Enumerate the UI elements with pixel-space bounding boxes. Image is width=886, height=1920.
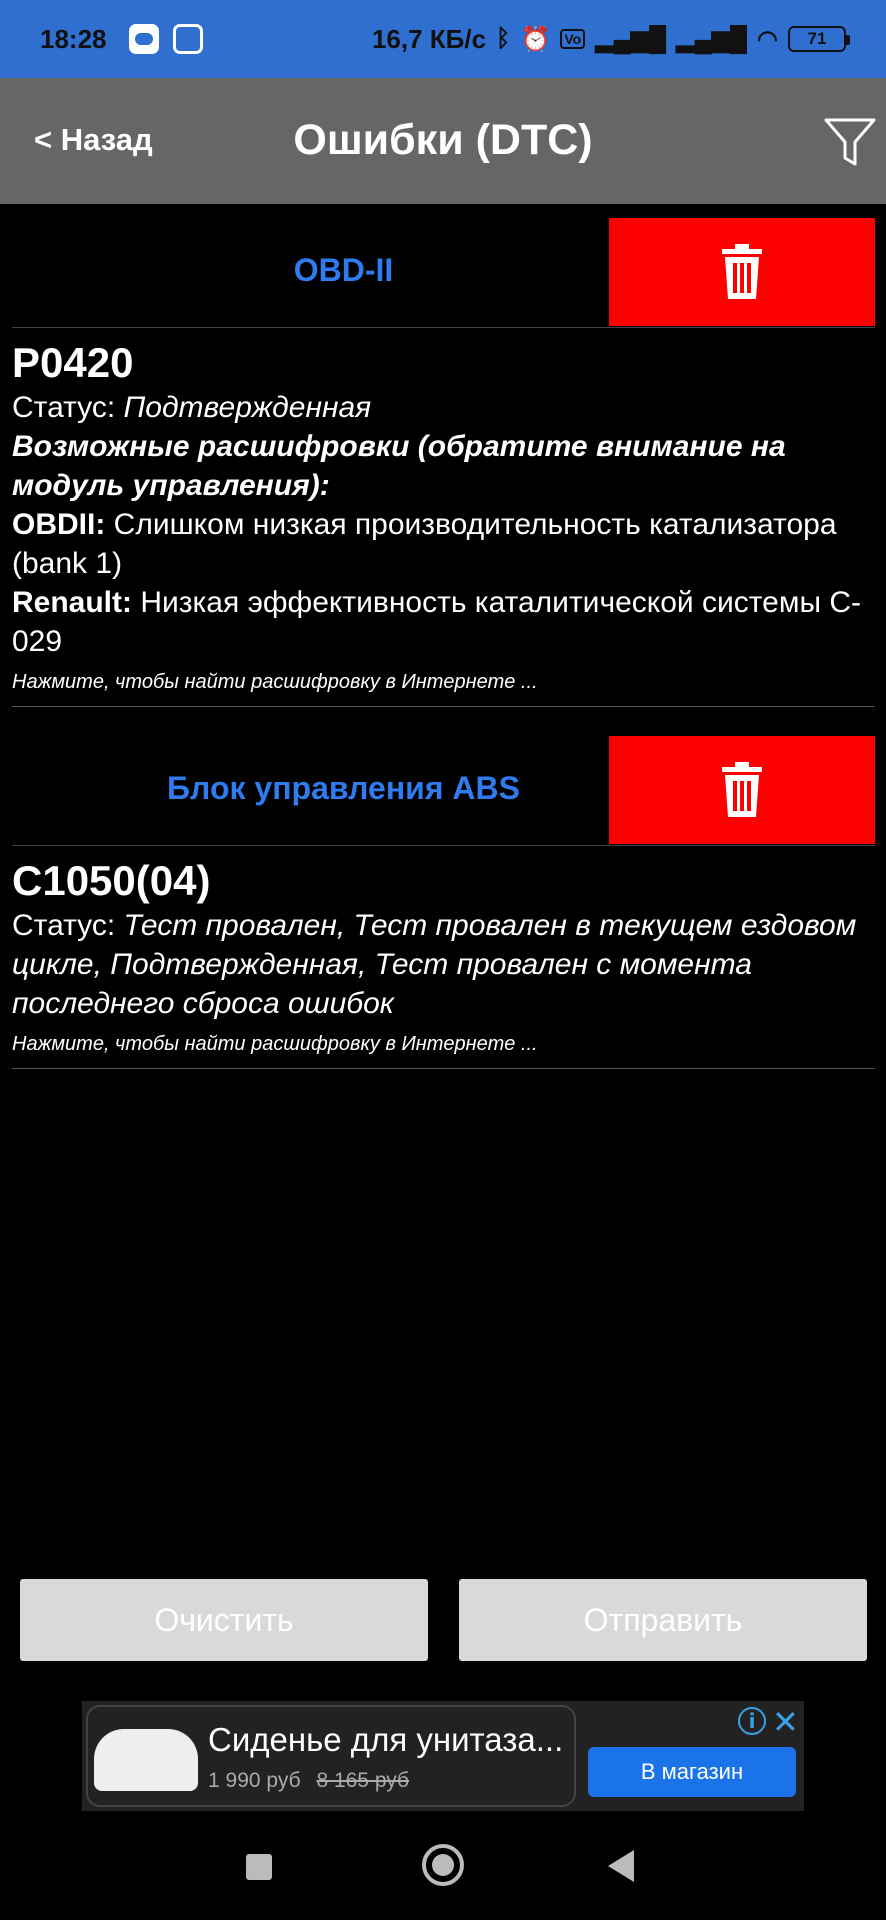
dtc-status: Статус: Тест провален, Тест провален в т… bbox=[12, 906, 875, 1023]
dtc-code: C1050(04) bbox=[12, 857, 211, 904]
clear-button[interactable]: Очистить bbox=[20, 1579, 428, 1661]
back-nav-icon[interactable] bbox=[608, 1850, 634, 1882]
net-speed: 16,7 КБ/с bbox=[371, 23, 487, 54]
dtc-code: P0420 bbox=[12, 339, 134, 386]
dtc-section: OBD-II P0420 Статус: Подтвержденная Возм… bbox=[12, 218, 875, 707]
ad-close-icon[interactable]: ✕ bbox=[772, 1703, 799, 1741]
app-icon bbox=[172, 24, 203, 54]
system-nav-bar bbox=[0, 1820, 886, 1920]
search-online-hint[interactable]: Нажмите, чтобы найти расшифровку в Интер… bbox=[12, 671, 875, 707]
battery-level: 71 bbox=[807, 29, 827, 48]
trash-icon bbox=[722, 244, 762, 299]
decoding-source: Renault: bbox=[12, 586, 132, 619]
app-header: < Назад Ошибки (DTC) bbox=[0, 78, 886, 204]
ad-banner[interactable]: Сиденье для унитаза... 1 990 руб 8 165 р… bbox=[82, 1701, 804, 1811]
decoding-text: Слишком низкая производительность катали… bbox=[12, 508, 837, 580]
dtc-section: Блок управления ABS C1050(04) Статус: Те… bbox=[12, 736, 875, 1069]
ad-info-icon[interactable]: i bbox=[738, 1707, 766, 1735]
home-icon[interactable] bbox=[422, 1844, 464, 1886]
ad-price-current: 1 990 руб bbox=[208, 1769, 301, 1792]
section-header: Блок управления ABS bbox=[12, 736, 875, 846]
status-value: Тест провален, Тест провален в текущем е… bbox=[12, 909, 857, 1020]
alarm-icon: ⏰ bbox=[520, 25, 551, 53]
wifi-icon: ◠ bbox=[757, 25, 778, 53]
status-right: 16,7 КБ/с ᛒ ⏰ Vo ▂▄▆█ ▂▄▆█ ◠ 71 bbox=[371, 23, 850, 55]
app-icon bbox=[128, 24, 159, 54]
send-button[interactable]: Отправить bbox=[459, 1579, 867, 1661]
ad-image bbox=[94, 1729, 198, 1791]
status-bar: 18:28 16,7 КБ/с ᛒ ⏰ Vo ▂▄▆█ ▂▄▆█ ◠ 71 bbox=[0, 0, 886, 78]
ad-card[interactable]: Сиденье для унитаза... 1 990 руб 8 165 р… bbox=[86, 1705, 576, 1807]
dtc-entry[interactable]: P0420 Статус: Подтвержденная Возможные р… bbox=[12, 338, 875, 707]
filter-icon[interactable] bbox=[822, 114, 878, 170]
ad-title: Сиденье для унитаза... bbox=[208, 1721, 564, 1758]
bluetooth-icon: ᛒ bbox=[496, 25, 511, 52]
decoding-item: OBDII: Слишком низкая производительность… bbox=[12, 505, 875, 583]
signal-icon: ▂▄▆█ bbox=[595, 25, 667, 53]
signal-icon: ▂▄▆█ bbox=[676, 25, 748, 53]
trash-icon bbox=[722, 762, 762, 817]
volte-icon: Vo bbox=[560, 29, 586, 49]
delete-button[interactable] bbox=[609, 218, 875, 326]
dtc-entry[interactable]: C1050(04) Статус: Тест провален, Тест пр… bbox=[12, 856, 875, 1069]
decoding-item: Renault: Низкая эффективность каталитиче… bbox=[12, 583, 875, 661]
battery-icon: 71 bbox=[788, 26, 850, 52]
status-value: Подтвержденная bbox=[123, 391, 372, 424]
status-time: 18:28 bbox=[40, 23, 107, 54]
decoding-text: Низкая эффективность каталитической сист… bbox=[12, 586, 862, 658]
ad-price-old: 8 165 руб bbox=[316, 1769, 410, 1792]
section-header: OBD-II bbox=[12, 218, 875, 328]
section-title: OBD-II bbox=[293, 252, 394, 288]
section-title: Блок управления ABS bbox=[167, 770, 520, 806]
decodings-heading: Возможные расшифровки (обратите внимание… bbox=[12, 430, 786, 502]
delete-button[interactable] bbox=[609, 736, 875, 844]
status-label: Статус: bbox=[12, 909, 116, 942]
recents-icon[interactable] bbox=[246, 1854, 272, 1880]
status-label: Статус: bbox=[12, 391, 116, 424]
decoding-source: OBDII: bbox=[12, 508, 106, 541]
search-online-hint[interactable]: Нажмите, чтобы найти расшифровку в Интер… bbox=[12, 1033, 875, 1069]
page-title: Ошибки (DTC) bbox=[293, 116, 593, 164]
ad-cta-button[interactable]: В магазин bbox=[588, 1747, 796, 1797]
ad-price: 1 990 руб 8 165 руб bbox=[208, 1769, 409, 1793]
dtc-status: Статус: Подтвержденная bbox=[12, 388, 875, 427]
